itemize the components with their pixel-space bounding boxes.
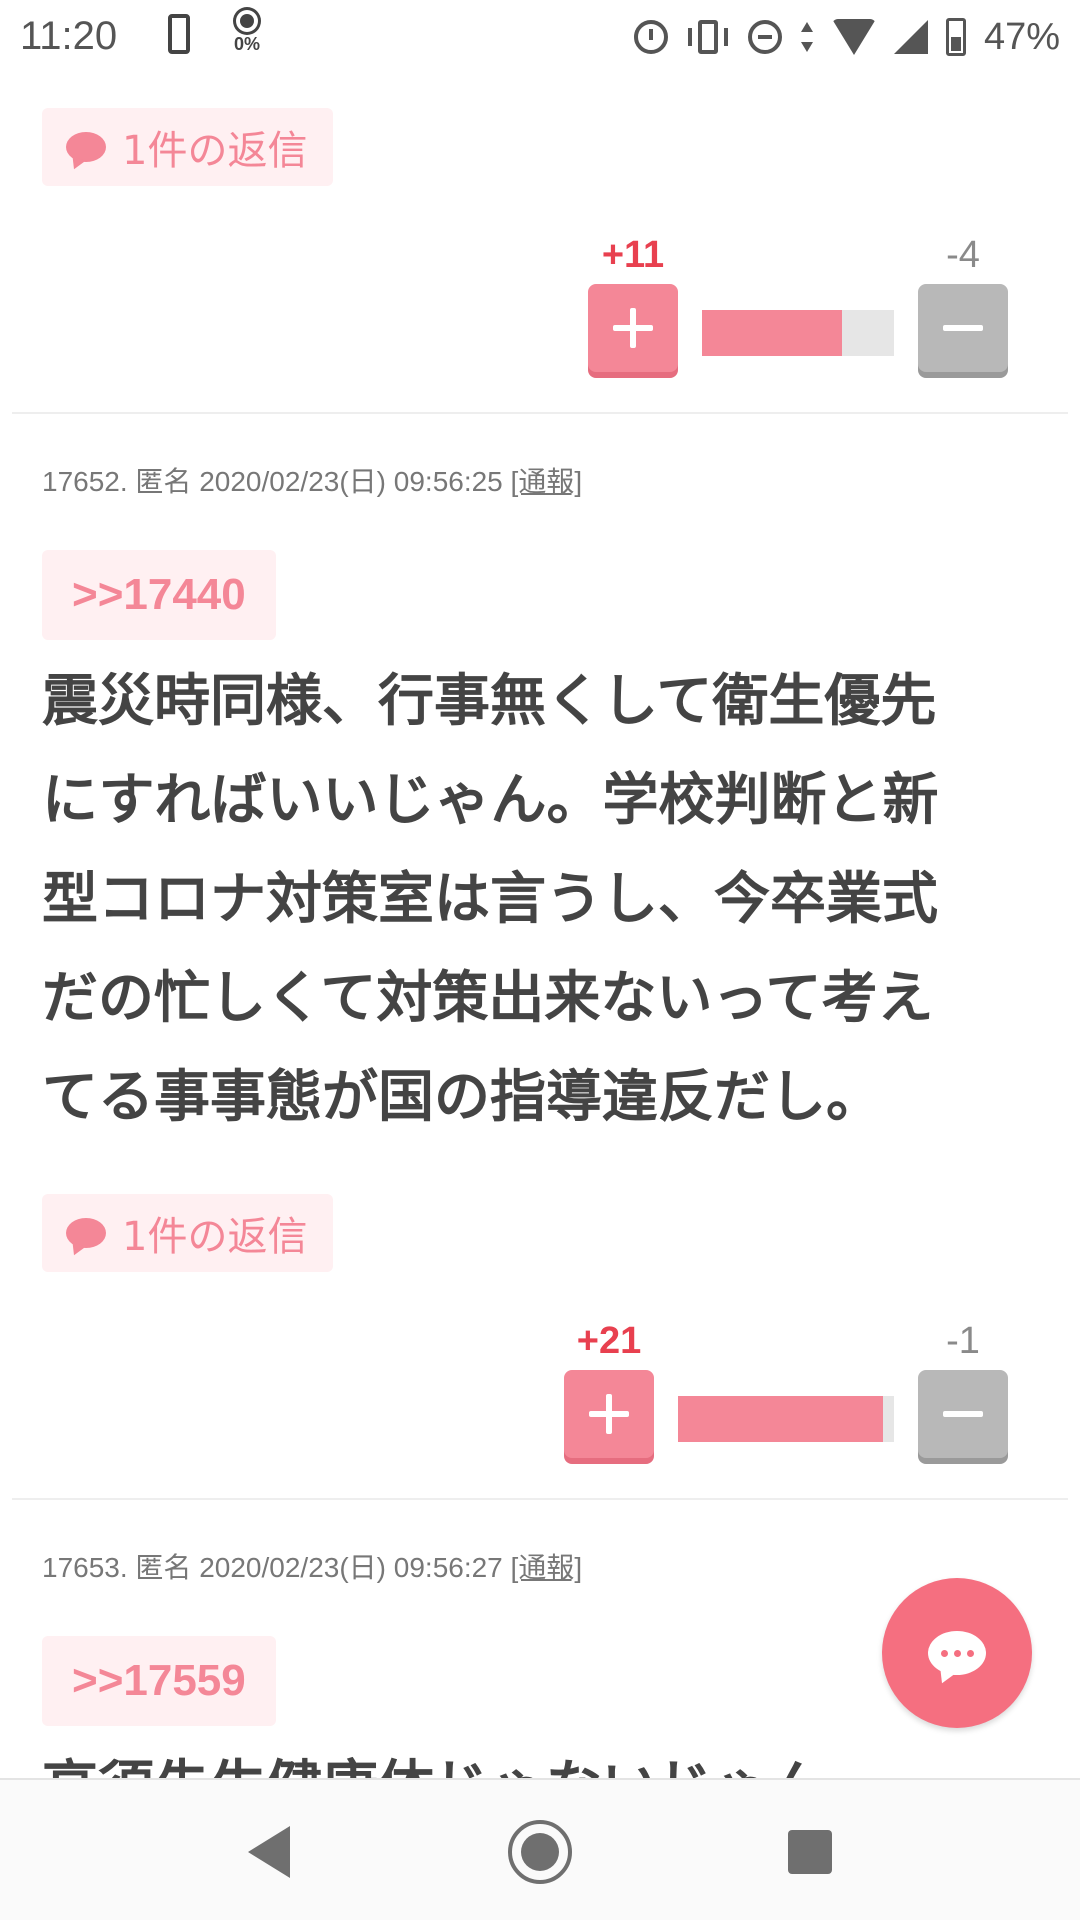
- minus-icon: [943, 325, 983, 331]
- plus-count: +11: [601, 234, 665, 276]
- chat-bubble-icon: [928, 1631, 986, 1675]
- vote-ratio-bar: [678, 1396, 894, 1442]
- minus-count: -1: [946, 1320, 980, 1362]
- phone-icon: [168, 14, 190, 54]
- data-arrows-icon: [800, 20, 814, 54]
- vote-widget: +11 -4: [588, 234, 1008, 372]
- post-meta: 17652. 匿名 2020/02/23(日) 09:56:25 [通報]: [42, 460, 582, 500]
- minus-icon: [943, 1411, 983, 1417]
- dnd-icon: [747, 20, 782, 54]
- minus-vote-button[interactable]: [918, 284, 1008, 372]
- report-link[interactable]: [通報]: [511, 1552, 583, 1583]
- post-body: 高須先生健康体じゃないじゃん: [42, 1738, 1022, 1778]
- recents-icon[interactable]: [788, 1830, 832, 1874]
- plus-vote-button[interactable]: [564, 1370, 654, 1458]
- speech-bubble-icon: [66, 1218, 106, 1248]
- post-body-line: 型コロナ対策室は言うし、今卒業式: [42, 867, 938, 932]
- system-nav-bar: [0, 1778, 1080, 1920]
- battery-charging-icon: [945, 18, 966, 56]
- post-body: 震災時同様、行事無くして衛生優先 にすればいいじゃん。学校判断と新 型コロナ対策…: [42, 652, 1022, 1147]
- post-body-line: 高須先生健康体じゃないじゃん: [42, 1738, 1022, 1778]
- post-body-line: だの忙しくて対策出来ないって考え: [42, 966, 934, 1031]
- post-body-line: てる事事態が国の指導違反だし。: [42, 1065, 882, 1130]
- reply-anchor-link[interactable]: >>17559: [42, 1636, 276, 1726]
- status-icons: 47%: [633, 12, 1060, 62]
- replies-label: 1件の返信: [122, 1214, 308, 1260]
- comment-feed[interactable]: 1件の返信 +11 -4 17652. 匿名 2020/02/23(日) 09:…: [0, 74, 1080, 1778]
- status-time: 11:20: [20, 14, 118, 58]
- replies-label: 1件の返信: [122, 128, 308, 174]
- plus-icon: [589, 1394, 629, 1434]
- replies-button[interactable]: 1件の返信: [42, 108, 334, 186]
- wifi-icon: [831, 19, 876, 55]
- vibrate-icon: [686, 20, 730, 54]
- post-divider: [12, 412, 1068, 414]
- replies-button[interactable]: 1件の返信: [42, 1194, 334, 1272]
- plus-count: +21: [576, 1320, 642, 1362]
- post-meta-text: 17653. 匿名 2020/02/23(日) 09:56:27: [42, 1552, 503, 1583]
- post-body-line: にすればいいじゃん。学校判断と新: [42, 768, 939, 833]
- vote-widget: +21 -1: [564, 1320, 1008, 1458]
- alarm-icon: [633, 20, 668, 54]
- back-icon[interactable]: [248, 1826, 290, 1878]
- post-meta-text: 17652. 匿名 2020/02/23(日) 09:56:25: [42, 466, 503, 497]
- post-meta: 17653. 匿名 2020/02/23(日) 09:56:27 [通報]: [42, 1546, 582, 1586]
- vote-ratio-bar: [702, 310, 894, 356]
- vote-ratio-fill: [702, 310, 843, 356]
- comment-fab-button[interactable]: [882, 1578, 1032, 1728]
- minus-count: -4: [946, 234, 980, 276]
- brightness-icon: 0%: [232, 12, 262, 55]
- battery-percent: 47%: [983, 15, 1060, 58]
- report-link[interactable]: [通報]: [511, 466, 583, 497]
- plus-vote-button[interactable]: [588, 284, 678, 372]
- post-divider: [12, 1498, 1068, 1500]
- home-icon[interactable]: [508, 1820, 572, 1884]
- cell-signal-icon: [893, 20, 928, 54]
- post-body-line: 震災時同様、行事無くして衛生優先: [42, 669, 937, 734]
- minus-vote-button[interactable]: [918, 1370, 1008, 1458]
- brightness-percent: 0%: [233, 34, 260, 54]
- reply-anchor-link[interactable]: >>17440: [42, 550, 276, 640]
- vote-ratio-fill: [678, 1396, 884, 1442]
- plus-icon: [613, 308, 653, 348]
- status-bar: 11:20 0% 47%: [0, 0, 1080, 74]
- speech-bubble-icon: [66, 132, 106, 162]
